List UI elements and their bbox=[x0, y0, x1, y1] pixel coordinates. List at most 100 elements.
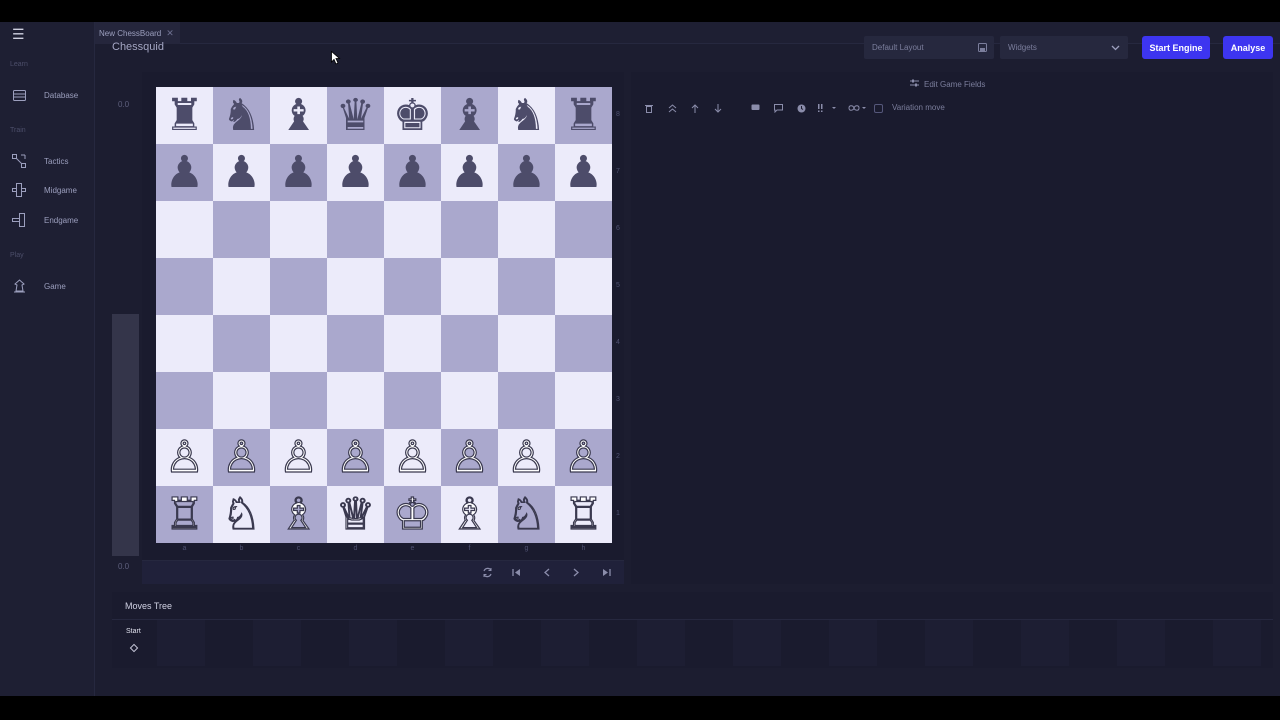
sidebar-item-midgame[interactable]: Midgame bbox=[0, 179, 94, 201]
chess-piece[interactable]: ♔ bbox=[392, 491, 433, 536]
annotation-dropdown-icon[interactable] bbox=[815, 102, 839, 114]
board-square-f2[interactable]: ♙ bbox=[441, 429, 498, 486]
chess-piece[interactable]: ♙ bbox=[449, 434, 490, 479]
chess-piece[interactable]: ♙ bbox=[164, 434, 205, 479]
chess-piece[interactable]: ♙ bbox=[392, 434, 433, 479]
board-square-g1[interactable]: ♘ bbox=[498, 486, 555, 543]
board-square-c1[interactable]: ♗ bbox=[270, 486, 327, 543]
chess-piece[interactable]: ♗ bbox=[278, 491, 319, 536]
chess-piece[interactable]: ♙ bbox=[278, 434, 319, 479]
chess-piece[interactable]: ♙ bbox=[506, 434, 547, 479]
chess-piece[interactable]: ♖ bbox=[164, 491, 205, 536]
board-square-h1[interactable]: ♖ bbox=[555, 486, 612, 543]
board-square-a2[interactable]: ♙ bbox=[156, 429, 213, 486]
board-square-a3[interactable] bbox=[156, 372, 213, 429]
board-square-e6[interactable] bbox=[384, 201, 441, 258]
board-square-e5[interactable] bbox=[384, 258, 441, 315]
board-square-b6[interactable] bbox=[213, 201, 270, 258]
chess-piece[interactable]: ♞ bbox=[507, 93, 546, 138]
board-square-d3[interactable] bbox=[327, 372, 384, 429]
chess-piece[interactable]: ♖ bbox=[563, 491, 604, 536]
board-square-f6[interactable] bbox=[441, 201, 498, 258]
board-square-g3[interactable] bbox=[498, 372, 555, 429]
chess-piece[interactable]: ♟ bbox=[393, 150, 432, 195]
chess-board[interactable]: ♜ ♞ ♝ ♛ ♚ ♝ ♞ ♜ ♟ ♟ ♟ ♟ ♟ ♟ ♟ ♟ ♙ ♙ ♙ ♙ ♙ ♙ ♙ ♙ ♖ ♘ ♗ ♕ ♔ ♗ ♘ ♖ bbox=[156, 87, 612, 543]
board-square-g8[interactable]: ♞ bbox=[498, 87, 555, 144]
board-square-f7[interactable]: ♟ bbox=[441, 144, 498, 201]
chess-piece[interactable]: ♞ bbox=[222, 93, 261, 138]
board-square-c2[interactable]: ♙ bbox=[270, 429, 327, 486]
arrow-down-icon[interactable] bbox=[712, 102, 724, 114]
board-square-d1[interactable]: ♕ bbox=[327, 486, 384, 543]
board-square-a5[interactable] bbox=[156, 258, 213, 315]
analyse-button[interactable]: Analyse bbox=[1223, 36, 1273, 59]
chess-piece[interactable]: ♟ bbox=[336, 150, 375, 195]
board-square-h4[interactable] bbox=[555, 315, 612, 372]
chess-piece[interactable]: ♟ bbox=[222, 150, 261, 195]
chess-piece[interactable]: ♙ bbox=[563, 434, 604, 479]
board-square-a8[interactable]: ♜ bbox=[156, 87, 213, 144]
chess-piece[interactable]: ♝ bbox=[450, 93, 489, 138]
chess-piece[interactable]: ♟ bbox=[279, 150, 318, 195]
chess-piece[interactable]: ♝ bbox=[279, 93, 318, 138]
previous-move-icon[interactable] bbox=[540, 565, 554, 579]
comment-after-icon[interactable] bbox=[772, 102, 784, 114]
board-square-g5[interactable] bbox=[498, 258, 555, 315]
chess-piece[interactable]: ♟ bbox=[165, 150, 204, 195]
board-square-c5[interactable] bbox=[270, 258, 327, 315]
evaluation-dropdown-icon[interactable] bbox=[846, 102, 870, 114]
chess-piece[interactable]: ♟ bbox=[564, 150, 603, 195]
board-square-b4[interactable] bbox=[213, 315, 270, 372]
chess-piece[interactable]: ♘ bbox=[506, 491, 547, 536]
board-square-c3[interactable] bbox=[270, 372, 327, 429]
board-square-b7[interactable]: ♟ bbox=[213, 144, 270, 201]
edit-game-fields-button[interactable]: Edit Game Fields bbox=[910, 79, 985, 89]
board-square-b8[interactable]: ♞ bbox=[213, 87, 270, 144]
chess-piece[interactable]: ♙ bbox=[335, 434, 376, 479]
sidebar-item-game[interactable]: Game bbox=[0, 275, 94, 297]
board-square-d8[interactable]: ♛ bbox=[327, 87, 384, 144]
sidebar-item-database[interactable]: Database bbox=[0, 84, 94, 106]
board-square-a4[interactable] bbox=[156, 315, 213, 372]
board-square-f1[interactable]: ♗ bbox=[441, 486, 498, 543]
board-square-f3[interactable] bbox=[441, 372, 498, 429]
board-square-c8[interactable]: ♝ bbox=[270, 87, 327, 144]
board-square-h5[interactable] bbox=[555, 258, 612, 315]
board-square-g4[interactable] bbox=[498, 315, 555, 372]
start-engine-button[interactable]: Start Engine bbox=[1142, 36, 1210, 59]
board-square-g6[interactable] bbox=[498, 201, 555, 258]
next-move-icon[interactable] bbox=[569, 565, 583, 579]
layout-select[interactable]: Default Layout bbox=[864, 36, 994, 59]
board-square-a6[interactable] bbox=[156, 201, 213, 258]
board-square-g7[interactable]: ♟ bbox=[498, 144, 555, 201]
variation-move-checkbox[interactable] bbox=[874, 104, 883, 113]
board-square-d6[interactable] bbox=[327, 201, 384, 258]
board-square-h2[interactable]: ♙ bbox=[555, 429, 612, 486]
board-square-a7[interactable]: ♟ bbox=[156, 144, 213, 201]
board-square-e3[interactable] bbox=[384, 372, 441, 429]
last-move-icon[interactable] bbox=[599, 565, 613, 579]
board-square-e1[interactable]: ♔ bbox=[384, 486, 441, 543]
chess-piece[interactable]: ♕ bbox=[335, 491, 376, 536]
board-square-e4[interactable] bbox=[384, 315, 441, 372]
board-square-a1[interactable]: ♖ bbox=[156, 486, 213, 543]
board-square-e7[interactable]: ♟ bbox=[384, 144, 441, 201]
chess-piece[interactable]: ♛ bbox=[336, 93, 375, 138]
chess-piece[interactable]: ♟ bbox=[450, 150, 489, 195]
board-square-b5[interactable] bbox=[213, 258, 270, 315]
widgets-select[interactable]: Widgets bbox=[1000, 36, 1128, 59]
menu-icon[interactable]: ☰ bbox=[12, 26, 25, 43]
board-square-c4[interactable] bbox=[270, 315, 327, 372]
chess-piece[interactable]: ♜ bbox=[564, 93, 603, 138]
save-icon[interactable] bbox=[978, 43, 987, 54]
arrow-up-icon[interactable] bbox=[689, 102, 701, 114]
sidebar-item-tactics[interactable]: Tactics bbox=[0, 150, 94, 172]
promote-variation-icon[interactable] bbox=[666, 102, 678, 114]
board-square-d4[interactable] bbox=[327, 315, 384, 372]
board-square-h3[interactable] bbox=[555, 372, 612, 429]
chess-piece[interactable]: ♜ bbox=[165, 93, 204, 138]
board-square-h6[interactable] bbox=[555, 201, 612, 258]
board-square-b2[interactable]: ♙ bbox=[213, 429, 270, 486]
board-square-e8[interactable]: ♚ bbox=[384, 87, 441, 144]
chess-piece[interactable]: ♙ bbox=[221, 434, 262, 479]
